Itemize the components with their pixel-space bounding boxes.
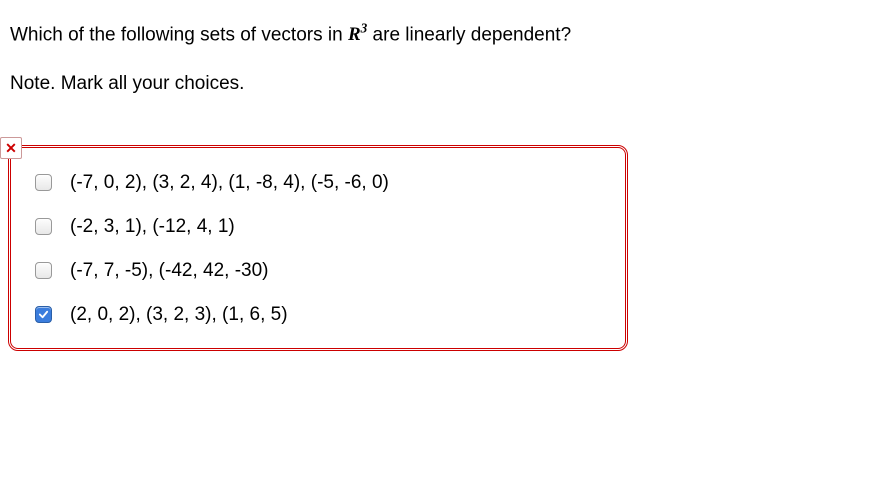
question-note: Note. Mark all your choices.: [10, 73, 870, 95]
checkbox-option-3[interactable]: [35, 262, 52, 279]
option-label: (-7, 7, -5), (-42, 42, -30): [70, 260, 269, 282]
option-row: (-7, 0, 2), (3, 2, 4), (1, -8, 4), (-5, …: [35, 172, 605, 194]
question-line1-post: are linearly dependent?: [367, 24, 571, 45]
option-row: (-2, 3, 1), (-12, 4, 1): [35, 216, 605, 238]
math-variable: R3: [348, 24, 367, 45]
option-label: (-7, 0, 2), (3, 2, 4), (1, -8, 4), (-5, …: [70, 172, 389, 194]
question-block: Which of the following sets of vectors i…: [0, 0, 880, 105]
checkbox-option-2[interactable]: [35, 218, 52, 235]
incorrect-icon: ✕: [0, 137, 22, 159]
checkbox-option-4[interactable]: [35, 306, 52, 323]
option-label: (-2, 3, 1), (-12, 4, 1): [70, 216, 235, 238]
question-text: Which of the following sets of vectors i…: [10, 18, 870, 51]
checkmark-icon: [38, 309, 49, 320]
option-row: (-7, 7, -5), (-42, 42, -30): [35, 260, 605, 282]
option-label: (2, 0, 2), (3, 2, 3), (1, 6, 5): [70, 304, 288, 326]
answer-panel: ✕ (-7, 0, 2), (3, 2, 4), (1, -8, 4), (-5…: [8, 145, 628, 351]
option-row: (2, 0, 2), (3, 2, 3), (1, 6, 5): [35, 304, 605, 326]
checkbox-option-1[interactable]: [35, 174, 52, 191]
question-line1-pre: Which of the following sets of vectors i…: [10, 24, 348, 45]
